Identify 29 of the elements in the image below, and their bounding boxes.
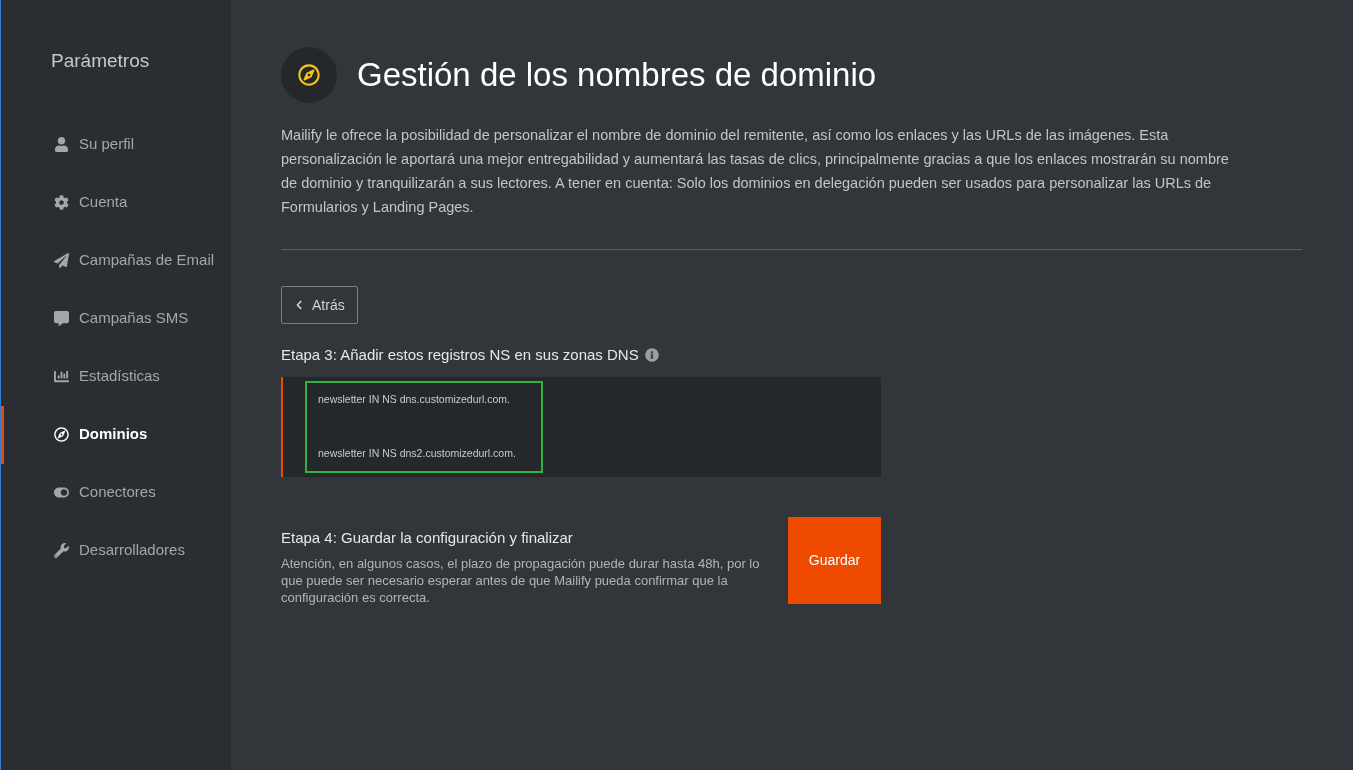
chat-bubble-icon	[54, 311, 69, 326]
compass-icon	[298, 64, 320, 86]
dns-record: newsletter IN NS dns2.customizedurl.com.	[318, 445, 517, 461]
step-title: Etapa 4: Guardar la configuración y finalizar	[281, 527, 574, 548]
toggle-icon	[54, 485, 69, 500]
sidebar-item[interactable]: Campañas SMS	[1, 289, 231, 348]
sidebar-item[interactable]: Su perfil	[1, 115, 231, 174]
settings-icon	[54, 195, 69, 210]
sidebar-item[interactable]: Cuenta	[1, 173, 231, 232]
sidebar-item[interactable]: Estadísticas	[1, 347, 231, 406]
sidebar-item[interactable]: Conectores	[1, 463, 231, 522]
dns-record: newsletter IN NS dns.customizedurl.com.	[318, 391, 511, 407]
save-button[interactable]: Guardar	[788, 516, 881, 604]
paper-plane-icon	[54, 253, 69, 268]
chevron-left-icon	[294, 300, 304, 310]
compass-icon	[54, 427, 69, 442]
sidebar-item[interactable]: Campañas de Email	[1, 231, 231, 290]
back-button[interactable]: Atrás	[281, 286, 358, 324]
description: Mailify le ofrece la posibilidad de personalizar el nombre de dominio del remitente, así como los enlaces y las URLs de las imágenes. Esta personalización le aportará una mejor entregabilidad y aumentará las tasas de clics, principalmente gracias a que los enlaces mostrarán su nombre de dominio y tranquilizarán a sus lectores. A tener en cuenta: Solo los dominios en delegación pueden ser usados para personalizar las URLs de Formularios y Landing Pages.	[281, 126, 1230, 217]
info-icon	[644, 348, 659, 363]
step-note: Atención, en algunos casos, el plazo de propagación puede durar hasta 48h, por lo que puede ser necesario esperar antes de que Mailify pueda confirmar que la configuración es correcta.	[281, 555, 761, 606]
step-title: Etapa 3: Añadir estos registros NS en sus zonas DNS	[281, 345, 639, 365]
wrench-icon	[54, 543, 69, 558]
sidebar-item[interactable]: Desarrolladores	[1, 521, 231, 580]
person-icon	[54, 137, 69, 152]
page-title: Gestión de los nombres de dominio	[357, 55, 877, 96]
bar-chart-icon	[54, 369, 69, 384]
sidebar-title: Parámetros	[50, 49, 150, 73]
sidebar-item[interactable]: Dominios	[1, 405, 231, 464]
